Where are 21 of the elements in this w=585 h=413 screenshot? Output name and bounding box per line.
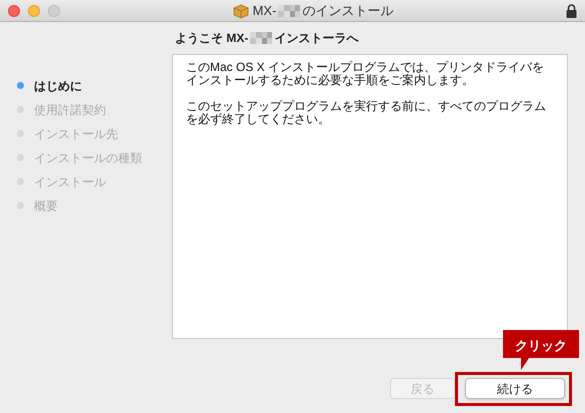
redaction-mosaic [250, 32, 272, 44]
step-label: インストール先 [34, 126, 118, 142]
step-label: 使用許諾契約 [34, 102, 106, 118]
welcome-heading: インストーラへ [274, 30, 358, 47]
zoom-button[interactable] [48, 4, 60, 16]
package-icon [232, 2, 249, 18]
step-label: 概要 [34, 198, 58, 214]
welcome-heading: ようこそ MX- [175, 30, 248, 47]
window-title: のインストール [302, 2, 394, 20]
step-label: はじめに [34, 78, 82, 94]
step-label: インストール [34, 174, 106, 190]
window-title: MX- [252, 2, 276, 20]
step-label: インストールの種類 [34, 150, 142, 166]
body-paragraph: このセットアッププログラムを実行する前に、すべてのプログラムを必ず終了してください。 [186, 100, 547, 126]
lock-icon [566, 4, 577, 18]
body-paragraph: このMac OS X インストールプログラムでは、プリンタドライバをインストールするために必要な手順をご案内します。 [186, 61, 546, 87]
continue-button[interactable]: 続ける [465, 378, 565, 399]
redaction-mosaic [278, 4, 300, 16]
close-button[interactable] [8, 4, 20, 16]
click-callout: クリック [503, 330, 579, 370]
minimize-button[interactable] [28, 4, 40, 16]
